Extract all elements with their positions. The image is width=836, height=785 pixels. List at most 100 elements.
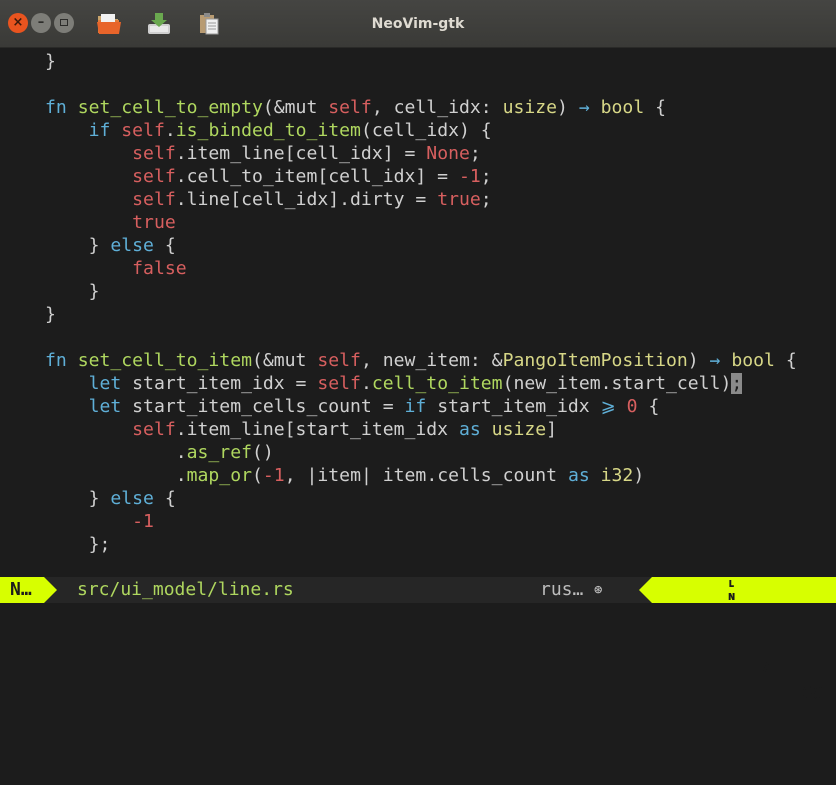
code-token: . [45,465,187,486]
code-token: i32 [600,465,634,486]
code-token: self [317,350,361,371]
code-line: self.item_line[start_item_idx as usize] [45,418,557,441]
clipboard-icon[interactable] [195,10,223,38]
code-token: let [88,373,122,394]
code-token: true [437,189,481,210]
code-token: true [132,212,176,233]
code-token: false [132,258,187,279]
code-token: self [132,189,176,210]
code-token: PangoItemPosition [502,350,688,371]
code-token: }; [45,534,111,555]
code-token: (new_item.start_cell) [502,373,732,394]
code-token: (&mut [262,97,329,118]
code-token: set_cell_to_empty [77,97,263,118]
code-line: self.line[cell_idx].dirty = true; [45,188,492,211]
code-line: let start_item_cells_count = if start_it… [45,395,660,418]
text-cursor: ; [731,373,743,394]
code-token: { [637,396,660,417]
code-token: else [110,488,154,509]
code-token: ; [480,166,492,187]
code-token: self [121,120,165,141]
code-token: as [567,465,590,486]
code-line: if self.is_binded_to_item(cell_idx) { [45,119,492,142]
code-token: .line[cell_idx].dirty = [175,189,438,210]
code-token: .item_line[cell_idx] = [175,143,427,164]
cursor-position: 17% ʟɴ 71: 68 [652,576,836,704]
code-line: self.cell_to_item[cell_idx] = -1; [45,165,492,188]
code-token: set_cell_to_item [77,350,252,371]
code-line: -1 [45,510,154,533]
code-token: start_item_cells_count = [121,396,405,417]
mode-indicator: N… [0,577,44,603]
code-token: -1 [262,465,285,486]
code-token: None [426,143,470,164]
code-token: } [45,235,111,256]
position-separator [639,577,652,603]
file-name: src/ui_model/line.rs [77,579,294,600]
code-token: self [132,166,176,187]
maximize-icon[interactable] [54,13,74,33]
code-token: is_binded_to_item [175,120,361,141]
code-token: . [360,373,372,394]
code-token: cell_to_item [371,373,503,394]
code-token: { [153,235,176,256]
code-token: map_or [186,465,252,486]
code-line: false [45,257,187,280]
code-token: self [132,143,176,164]
status-line: N… src/ui_model/line.rs rus… ⊛ 17% ʟɴ 71… [0,576,836,704]
code-token: , new_item: & [360,350,503,371]
code-token: usize [502,97,558,118]
save-icon[interactable] [145,10,173,38]
mode-separator [44,577,57,603]
window-title: NeoVim-gtk [371,16,465,32]
code-line: } else { [45,487,176,510]
code-token: -1 [458,166,481,187]
code-token: . [164,120,176,141]
code-editor[interactable]: } fn set_cell_to_empty(&mut self, cell_id… [0,48,836,577]
code-token: () [252,442,274,463]
code-token: as [458,419,481,440]
code-token: ⩾ [600,396,616,417]
code-line: fn set_cell_to_empty(&mut self, cell_idx… [45,96,666,119]
code-line: .map_or(-1, |item| item.cells_count as i… [45,464,645,487]
code-token: } [45,281,100,302]
code-token: usize [491,419,547,440]
code-token: ) [687,350,710,371]
code-token: → [709,350,721,371]
code-token: bool [600,97,645,118]
command-line[interactable] [0,603,836,624]
code-token: ; [480,189,492,210]
code-token: 0 [626,396,638,417]
code-token: { [153,488,176,509]
cursor-row: 71: [760,657,793,678]
open-folder-icon[interactable] [95,10,123,38]
code-token: self [328,97,372,118]
code-token: . [45,442,187,463]
code-line: } [45,303,56,326]
code-token: start_item_idx = [121,373,318,394]
code-line: true [45,211,176,234]
cursor-column: 68 [802,683,824,704]
code-token: ; [469,143,481,164]
code-token: } [45,304,56,325]
code-token: if [88,120,111,141]
code-token: ) [633,465,645,486]
close-icon[interactable]: × [8,13,28,33]
code-line: fn set_cell_to_item(&mut self, new_item:… [45,349,797,372]
minimize-icon[interactable]: – [31,13,51,33]
code-line: self.item_line[cell_idx] = None; [45,142,481,165]
line-number-icon: ʟɴ [728,576,736,603]
file-type: rus… [540,579,584,600]
